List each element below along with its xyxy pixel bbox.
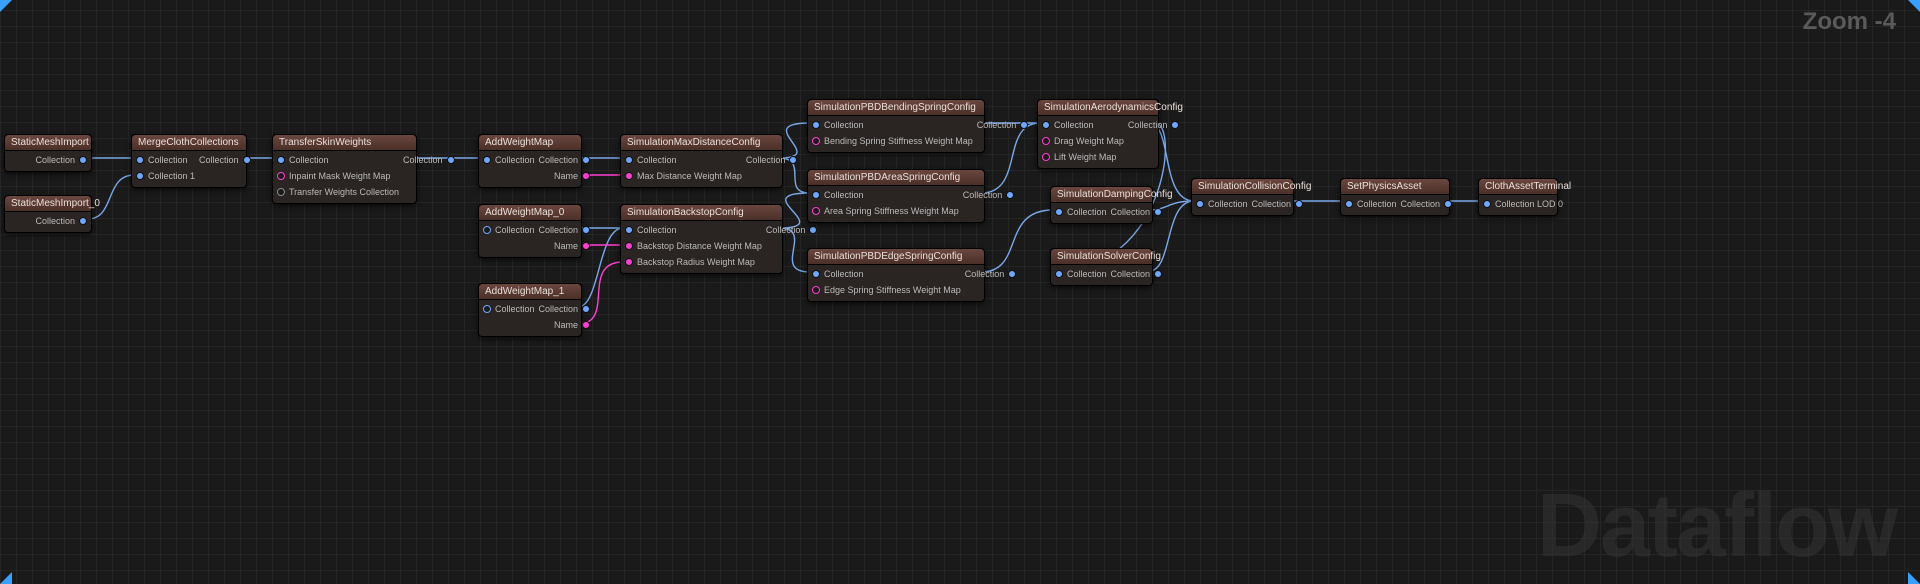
pin-in-collection[interactable]: Collection <box>277 153 329 167</box>
pin-in-max-distance-weight[interactable]: Max Distance Weight Map <box>625 169 742 183</box>
resize-handle-bl[interactable] <box>0 572 12 584</box>
node-title: StaticMeshImport_0 <box>5 196 91 212</box>
pin-in-drag-weight[interactable]: Drag Weight Map <box>1042 134 1124 148</box>
pin-in-backstop-distance-weight[interactable]: Backstop Distance Weight Map <box>625 239 762 253</box>
node-title: SimulationMaxDistanceConfig <box>621 135 782 151</box>
node-merge-cloth-collections[interactable]: MergeClothCollections Collection Collect… <box>131 134 247 188</box>
pin-out-collection[interactable]: Collection <box>1401 197 1453 211</box>
node-sim-solver[interactable]: SimulationSolverConfig Collection Collec… <box>1050 248 1153 286</box>
node-static-mesh-import-0[interactable]: StaticMeshImport_0 Collection <box>4 195 92 233</box>
node-add-weight-map[interactable]: AddWeightMap Collection Collection Name <box>478 134 582 188</box>
node-title: StaticMeshImport <box>5 135 91 151</box>
pin-in-collection[interactable]: Collection <box>483 223 535 237</box>
pin-in-collection[interactable]: Collection <box>1345 197 1397 211</box>
pin-out-collection[interactable]: Collection <box>766 223 818 237</box>
node-title: ClothAssetTerminal <box>1479 179 1557 195</box>
node-title: SimulationPBDEdgeSpringConfig <box>808 249 984 265</box>
pin-in-collection[interactable]: Collection <box>625 223 677 237</box>
node-title: AddWeightMap_0 <box>479 205 581 221</box>
pin-in-collection[interactable]: Collection <box>812 267 864 281</box>
pin-in-collection[interactable]: Collection <box>136 153 188 167</box>
node-title: SetPhysicsAsset <box>1341 179 1449 195</box>
node-sim-damping[interactable]: SimulationDampingConfig Collection Colle… <box>1050 186 1153 224</box>
node-sim-pbd-area[interactable]: SimulationPBDAreaSpringConfig Collection… <box>807 169 985 223</box>
node-title: SimulationCollisionConfig <box>1192 179 1293 195</box>
node-title: AddWeightMap <box>479 135 581 151</box>
node-add-weight-map-1[interactable]: AddWeightMap_1 Collection Collection Nam… <box>478 283 582 337</box>
pin-out-name[interactable]: Name <box>554 239 590 253</box>
node-cloth-asset-terminal[interactable]: ClothAssetTerminal Collection LOD 0 <box>1478 178 1558 216</box>
pin-out-collection[interactable]: Collection <box>539 223 591 237</box>
pin-out-collection[interactable]: Collection <box>539 153 591 167</box>
pin-in-bending-stiffness-weight[interactable]: Bending Spring Stiffness Weight Map <box>812 134 973 148</box>
pin-in-collection-1[interactable]: Collection 1 <box>136 169 195 183</box>
node-title: AddWeightMap_1 <box>479 284 581 300</box>
node-set-physics-asset[interactable]: SetPhysicsAsset Collection Collection <box>1340 178 1450 216</box>
resize-handle-tl[interactable] <box>0 0 12 12</box>
pin-out-collection[interactable]: Collection <box>539 302 591 316</box>
pin-in-backstop-radius-weight[interactable]: Backstop Radius Weight Map <box>625 255 755 269</box>
pin-in-collection[interactable]: Collection <box>1055 267 1107 281</box>
node-title: SimulationPBDAreaSpringConfig <box>808 170 984 186</box>
pin-in-inpaint-mask[interactable]: Inpaint Mask Weight Map <box>277 169 390 183</box>
node-sim-pbd-bending[interactable]: SimulationPBDBendingSpringConfig Collect… <box>807 99 985 153</box>
node-add-weight-map-0[interactable]: AddWeightMap_0 Collection Collection Nam… <box>478 204 582 258</box>
pin-out-collection[interactable]: Collection <box>35 214 87 228</box>
pin-in-collection[interactable]: Collection <box>483 153 535 167</box>
resize-handle-tr[interactable] <box>1908 0 1920 12</box>
pin-in-edge-stiffness-weight[interactable]: Edge Spring Stiffness Weight Map <box>812 283 961 297</box>
resize-handle-br[interactable] <box>1908 572 1920 584</box>
node-title: SimulationPBDBendingSpringConfig <box>808 100 984 116</box>
pin-out-collection[interactable]: Collection <box>1111 267 1163 281</box>
pin-in-collection[interactable]: Collection <box>812 118 864 132</box>
pin-out-collection[interactable]: Collection <box>199 153 251 167</box>
pin-out-collection[interactable]: Collection <box>1252 197 1304 211</box>
pin-out-collection[interactable]: Collection <box>963 188 1015 202</box>
pin-in-area-stiffness-weight[interactable]: Area Spring Stiffness Weight Map <box>812 204 959 218</box>
pin-in-collection[interactable]: Collection <box>1196 197 1248 211</box>
pin-in-collection[interactable]: Collection <box>483 302 535 316</box>
pin-in-collection[interactable]: Collection <box>625 153 677 167</box>
watermark: Dataflow <box>1537 475 1896 578</box>
pin-out-collection[interactable]: Collection <box>965 267 1017 281</box>
pin-in-collection[interactable]: Collection <box>812 188 864 202</box>
node-sim-collision[interactable]: SimulationCollisionConfig Collection Col… <box>1191 178 1294 216</box>
pin-out-name[interactable]: Name <box>554 169 590 183</box>
pin-out-collection[interactable]: Collection <box>1111 205 1163 219</box>
pin-out-collection[interactable]: Collection <box>35 153 87 167</box>
pin-out-name[interactable]: Name <box>554 318 590 332</box>
node-title: SimulationSolverConfig <box>1051 249 1152 265</box>
pin-out-collection[interactable]: Collection <box>746 153 798 167</box>
node-title: SimulationBackstopConfig <box>621 205 782 221</box>
node-title: SimulationDampingConfig <box>1051 187 1152 203</box>
node-static-mesh-import[interactable]: StaticMeshImport Collection <box>4 134 92 172</box>
node-title: MergeClothCollections <box>132 135 246 151</box>
pin-in-lift-weight[interactable]: Lift Weight Map <box>1042 150 1116 164</box>
pin-out-collection[interactable]: Collection <box>1128 118 1180 132</box>
node-title: SimulationAerodynamicsConfig <box>1038 100 1158 116</box>
pin-in-collection-lod0[interactable]: Collection LOD 0 <box>1483 197 1563 211</box>
pin-out-collection[interactable]: Collection <box>403 153 455 167</box>
pin-out-collection[interactable]: Collection <box>977 118 1029 132</box>
node-sim-max-distance[interactable]: SimulationMaxDistanceConfig Collection M… <box>620 134 783 188</box>
node-title: TransferSkinWeights <box>273 135 416 151</box>
pin-in-transfer-weights[interactable]: Transfer Weights Collection <box>277 185 399 199</box>
node-sim-backstop[interactable]: SimulationBackstopConfig Collection Back… <box>620 204 783 274</box>
node-transfer-skin-weights[interactable]: TransferSkinWeights Collection Inpaint M… <box>272 134 417 204</box>
node-sim-aerodynamics[interactable]: SimulationAerodynamicsConfig Collection … <box>1037 99 1159 169</box>
zoom-level: Zoom -4 <box>1803 8 1896 36</box>
pin-in-collection[interactable]: Collection <box>1042 118 1094 132</box>
node-sim-pbd-edge[interactable]: SimulationPBDEdgeSpringConfig Collection… <box>807 248 985 302</box>
pin-in-collection[interactable]: Collection <box>1055 205 1107 219</box>
